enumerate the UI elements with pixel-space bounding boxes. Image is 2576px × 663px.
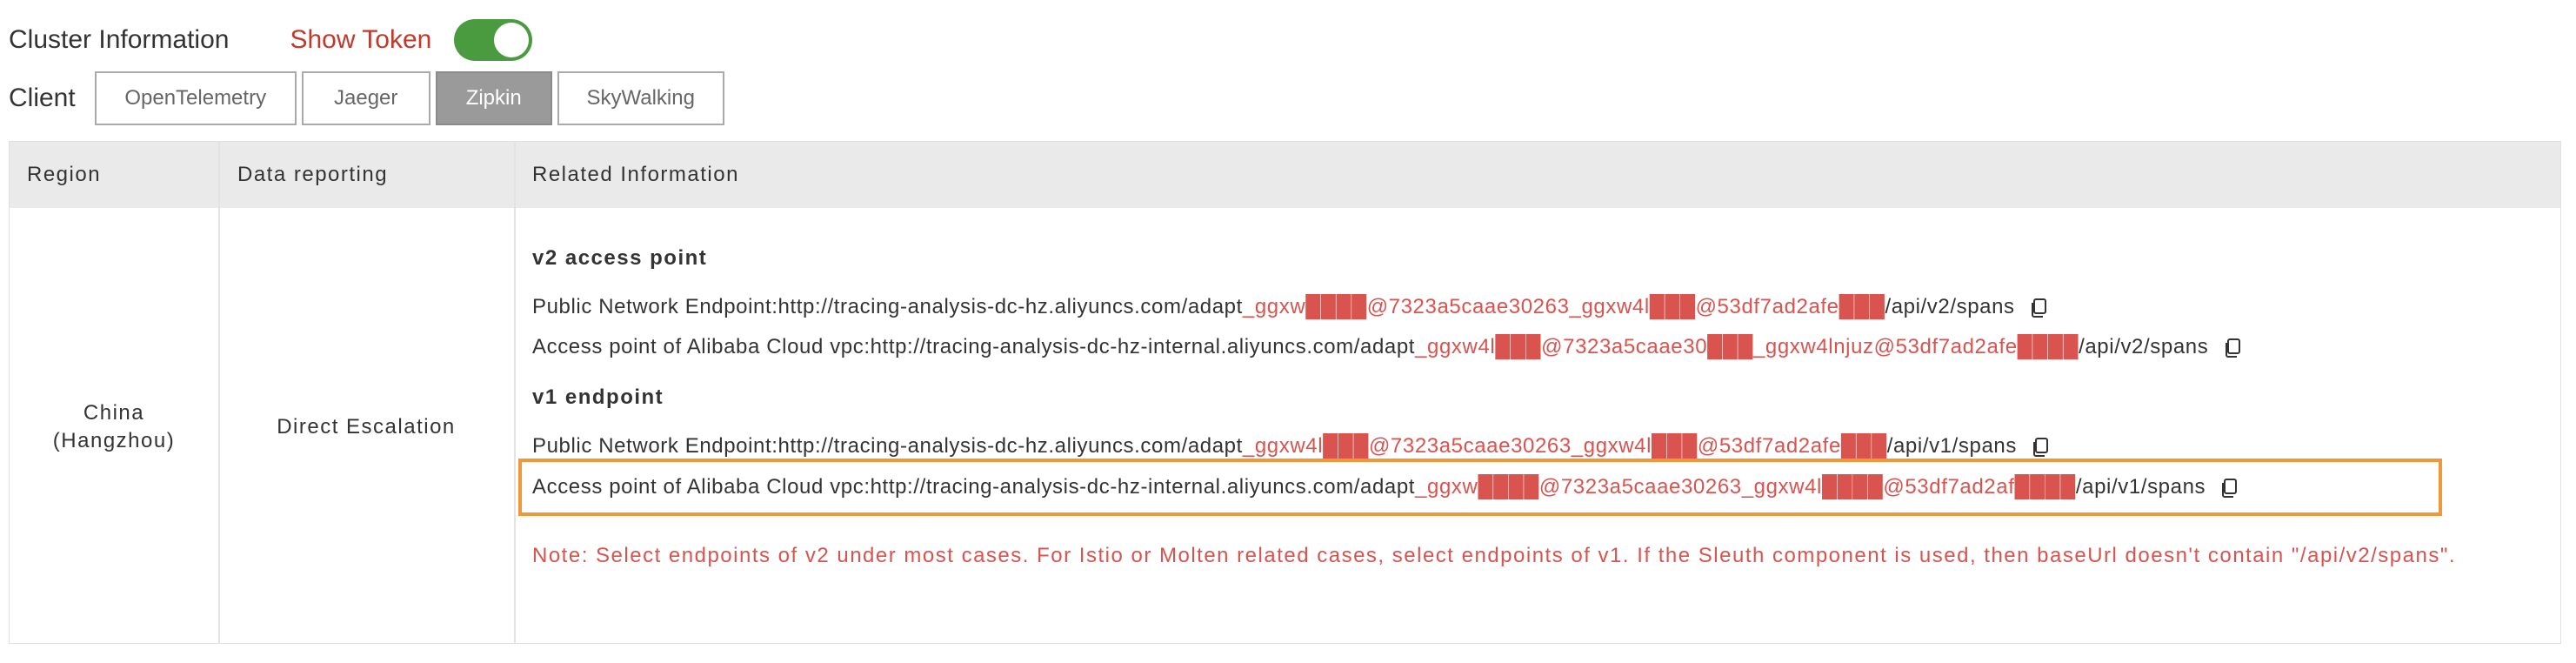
copy-icon[interactable] (2224, 338, 2241, 358)
column-header-data-reporting: Data reporting (237, 163, 389, 186)
region-cell: China (Hangzhou) (52, 401, 176, 452)
client-tab-opentelemetry[interactable]: OpenTelemetry (94, 71, 297, 125)
client-tab-jaeger[interactable]: Jaeger (301, 71, 430, 125)
client-label: Client (9, 84, 76, 112)
endpoint-url-prefix: Public Network Endpoint:http://tracing-a… (532, 295, 1243, 318)
cluster-information-panel: Cluster Information Show Token Client Op… (0, 0, 2576, 663)
table-header: Region Data reporting Related Informatio… (10, 142, 2560, 208)
endpoint-token: _ggxw4l███@7323a5caae30263_ggxw4l███@53d… (1242, 434, 1887, 458)
cluster-header-row: Cluster Information Show Token (9, 16, 533, 64)
column-header-related-information: Related Information (532, 163, 739, 186)
endpoint-token: _ggxw4l███@7323a5caae30███_ggxw4lnjuz@53… (1415, 335, 2079, 358)
show-token-toggle[interactable] (454, 19, 533, 61)
endpoint-url-prefix: Public Network Endpoint:http://tracing-a… (532, 434, 1243, 458)
endpoint-url-suffix: /api/v2/spans (1885, 295, 2015, 318)
show-token-label: Show Token (290, 25, 432, 54)
data-reporting-cell: Direct Escalation (277, 415, 456, 439)
copy-icon[interactable] (2030, 298, 2047, 318)
v2-public-endpoint: Public Network Endpoint:http://tracing-a… (532, 295, 2047, 319)
cluster-information-title: Cluster Information (9, 25, 230, 54)
highlighted-endpoint-box (518, 459, 2442, 516)
client-tab-skywalking[interactable]: SkyWalking (557, 71, 724, 125)
endpoint-url-suffix: /api/v1/spans (1886, 434, 2017, 458)
v1-public-endpoint: Public Network Endpoint:http://tracing-a… (532, 434, 2049, 459)
endpoint-url-prefix: Access point of Alibaba Cloud vpc:http:/… (532, 335, 1416, 358)
endpoint-note: Note: Select endpoints of v2 under most … (532, 544, 2457, 567)
column-divider (218, 142, 220, 643)
v1-section-title: v1 endpoint (532, 385, 664, 409)
copy-icon[interactable] (2032, 437, 2049, 457)
endpoint-table: Region Data reporting Related Informatio… (9, 141, 2561, 644)
v2-section-title: v2 access point (532, 246, 708, 270)
toggle-knob (494, 23, 530, 57)
v2-vpc-endpoint: Access point of Alibaba Cloud vpc:http:/… (532, 335, 2241, 359)
client-tab-zipkin[interactable]: Zipkin (435, 71, 552, 125)
endpoint-token: _ggxw████@7323a5caae30263_ggxw4l███@53df… (1242, 295, 1885, 318)
column-divider (514, 142, 516, 643)
client-selector-row: Client OpenTelemetry Jaeger Zipkin SkyWa… (9, 70, 730, 127)
endpoint-url-suffix: /api/v2/spans (2079, 335, 2209, 358)
column-header-region: Region (27, 163, 102, 186)
